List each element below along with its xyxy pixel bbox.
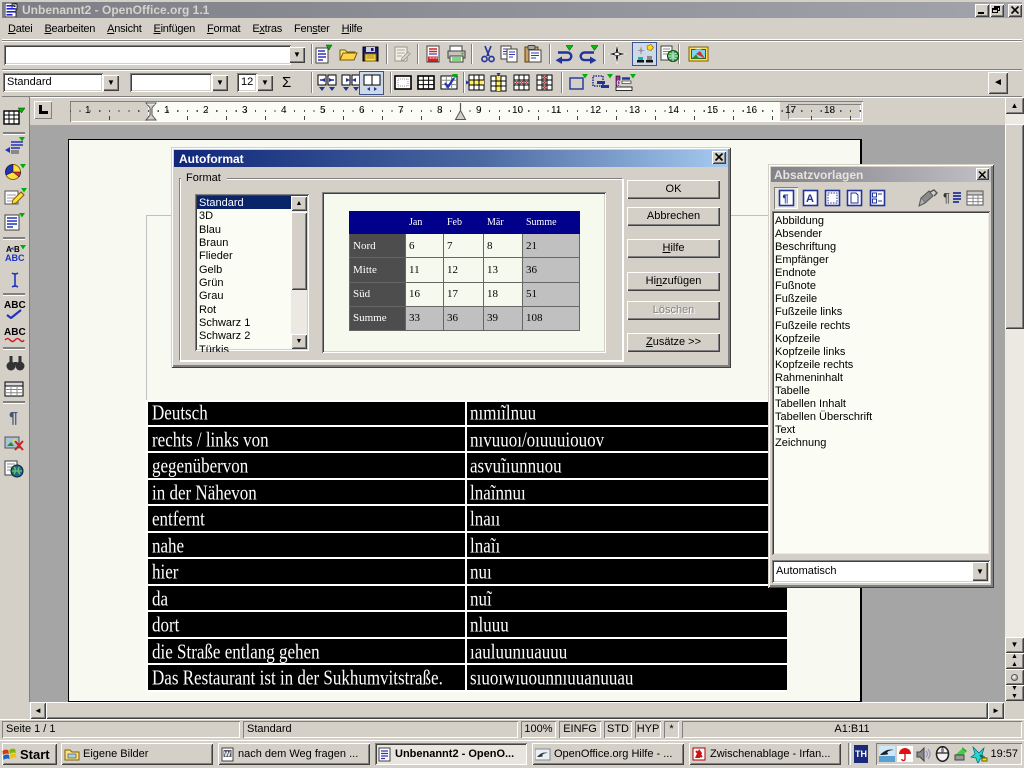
svg-text:W: W xyxy=(224,751,231,758)
svg-text:ABC: ABC xyxy=(4,300,26,311)
svg-text:ABC: ABC xyxy=(5,253,25,263)
svg-text:ABC: ABC xyxy=(4,327,26,338)
svg-text:g: g xyxy=(617,78,621,87)
svg-text:¶: ¶ xyxy=(943,190,950,205)
svg-text:¶: ¶ xyxy=(783,193,789,205)
svg-text:¶: ¶ xyxy=(9,410,18,427)
svg-text:A: A xyxy=(806,193,814,205)
